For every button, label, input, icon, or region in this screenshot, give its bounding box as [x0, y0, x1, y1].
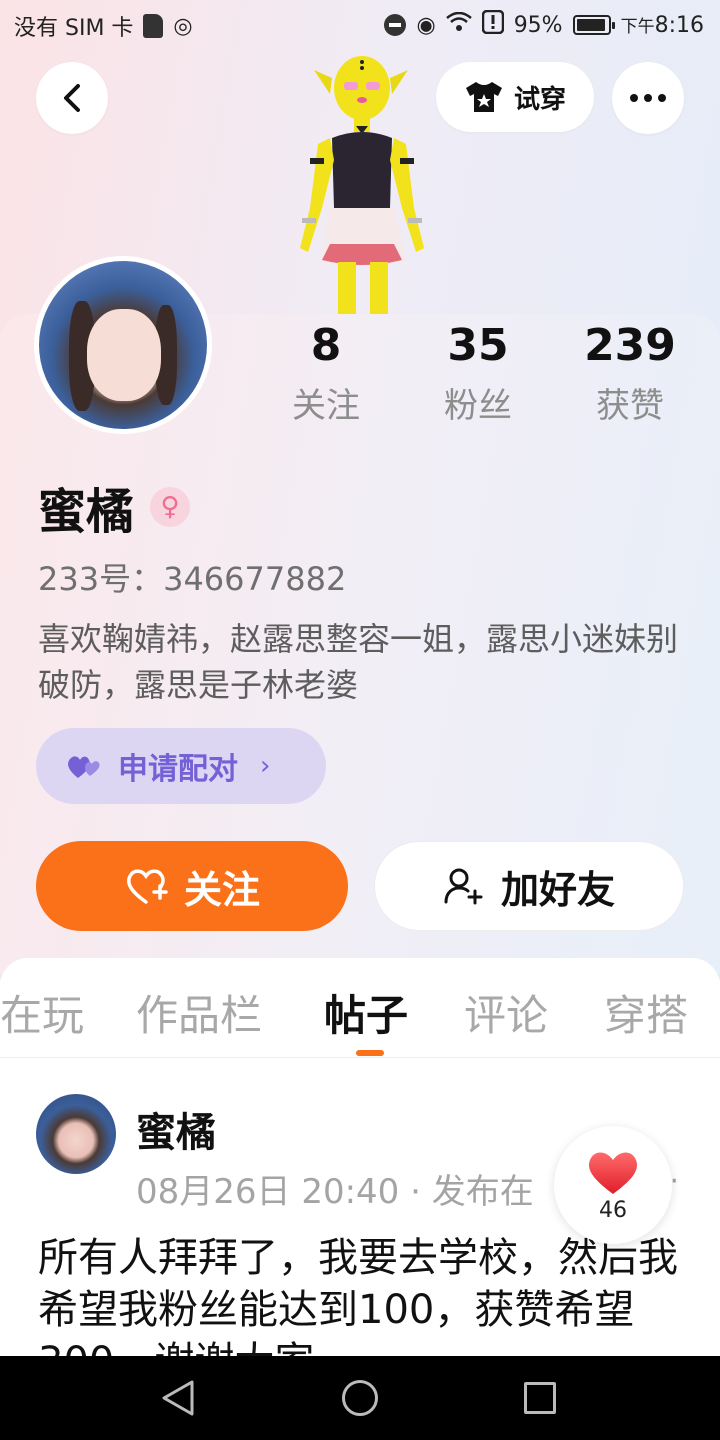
fans-count: 35: [447, 320, 509, 371]
battery-icon: [572, 15, 615, 35]
follow-label: 关注: [183, 867, 260, 912]
user-id: 233号：346677882: [38, 560, 347, 598]
tab-playing[interactable]: 在玩: [0, 982, 84, 1043]
add-friend-button[interactable]: 加好友: [374, 841, 684, 931]
nav-back-icon[interactable]: [160, 1378, 196, 1418]
alert-icon: [481, 9, 504, 40]
heart-icon: [588, 1152, 638, 1194]
like-count: 46: [599, 1197, 627, 1223]
tab-comments[interactable]: 评论: [464, 982, 548, 1043]
avatar-3d-figure[interactable]: [270, 48, 450, 316]
post-author-avatar[interactable]: [36, 1094, 116, 1174]
carrier-text: 没有 SIM 卡: [14, 16, 134, 41]
add-friend-label: 加好友: [500, 867, 615, 912]
try-on-label: 试穿: [513, 84, 566, 115]
post-body[interactable]: 所有人拜拜了，我要去学校，然后我希望我粉丝能达到100，获赞希望300，谢谢大家: [38, 1232, 698, 1356]
profile-avatar[interactable]: [34, 256, 212, 434]
female-gender-icon: ♀: [150, 487, 191, 527]
profile-bio: 喜欢鞠婧祎，赵露思整容一姐，露思小迷妹别破防，露思是子林老婆: [38, 620, 679, 704]
tab-works[interactable]: 作品栏: [136, 982, 262, 1043]
back-button[interactable]: [36, 62, 108, 134]
time-prefix: 下午: [620, 17, 655, 37]
chevron-right-icon: ›: [260, 751, 271, 781]
following-label: 关注: [292, 386, 360, 426]
battery-percent: 95%: [513, 12, 563, 38]
active-tab-indicator: [356, 1050, 384, 1056]
status-bar: 没有 SIM 卡 ◎ ◉ 95% 下午8:16: [0, 0, 720, 48]
shirt-icon: [465, 82, 502, 112]
eye-icon: ◉: [416, 12, 436, 38]
likes-stat[interactable]: 239 获赞: [554, 318, 706, 427]
like-button[interactable]: 46: [554, 1126, 672, 1244]
system-navigation-bar: [0, 1356, 720, 1440]
following-stat[interactable]: 8 关注: [250, 318, 402, 427]
clock-time: 8:16: [654, 13, 704, 38]
tab-outfits[interactable]: 穿搭: [604, 982, 688, 1043]
likes-label: 获赞: [596, 386, 664, 426]
post-meta: 08月26日 20:40 · 发布在: [136, 1172, 534, 1212]
following-count: 8: [310, 320, 342, 371]
hotspot-icon: ◎: [173, 13, 193, 39]
wifi-icon: [445, 11, 472, 38]
profile-tabs: 在玩 作品栏 帖子 评论 穿搭: [0, 958, 720, 1058]
tab-posts[interactable]: 帖子: [324, 982, 408, 1043]
fans-label: 粉丝: [444, 386, 512, 426]
avatar-photo: [39, 261, 207, 429]
profile-name: 蜜橘: [38, 484, 135, 540]
name-row: 蜜橘 ♀: [38, 472, 191, 542]
do-not-disturb-icon: [384, 14, 407, 36]
try-on-button[interactable]: 试穿: [436, 62, 594, 132]
heart-plus-icon: [127, 869, 168, 904]
more-dots-icon: [630, 94, 666, 102]
more-options-button[interactable]: [612, 62, 684, 134]
pair-label: 申请配对: [118, 752, 238, 787]
chevron-left-icon: [64, 84, 80, 112]
request-pair-button[interactable]: 申请配对 ›: [36, 728, 326, 804]
sim-card-icon: [143, 14, 164, 38]
likes-count: 239: [584, 320, 676, 371]
add-user-icon: [444, 868, 483, 905]
double-heart-icon: [68, 756, 100, 778]
post-author-name[interactable]: 蜜橘: [136, 1100, 216, 1158]
nav-home-icon[interactable]: [342, 1380, 378, 1416]
profile-stats: 8 关注 35 粉丝 239 获赞: [250, 318, 720, 427]
nav-recents-icon[interactable]: [524, 1382, 556, 1414]
follow-button[interactable]: 关注: [36, 841, 348, 931]
fans-stat[interactable]: 35 粉丝: [402, 318, 554, 427]
